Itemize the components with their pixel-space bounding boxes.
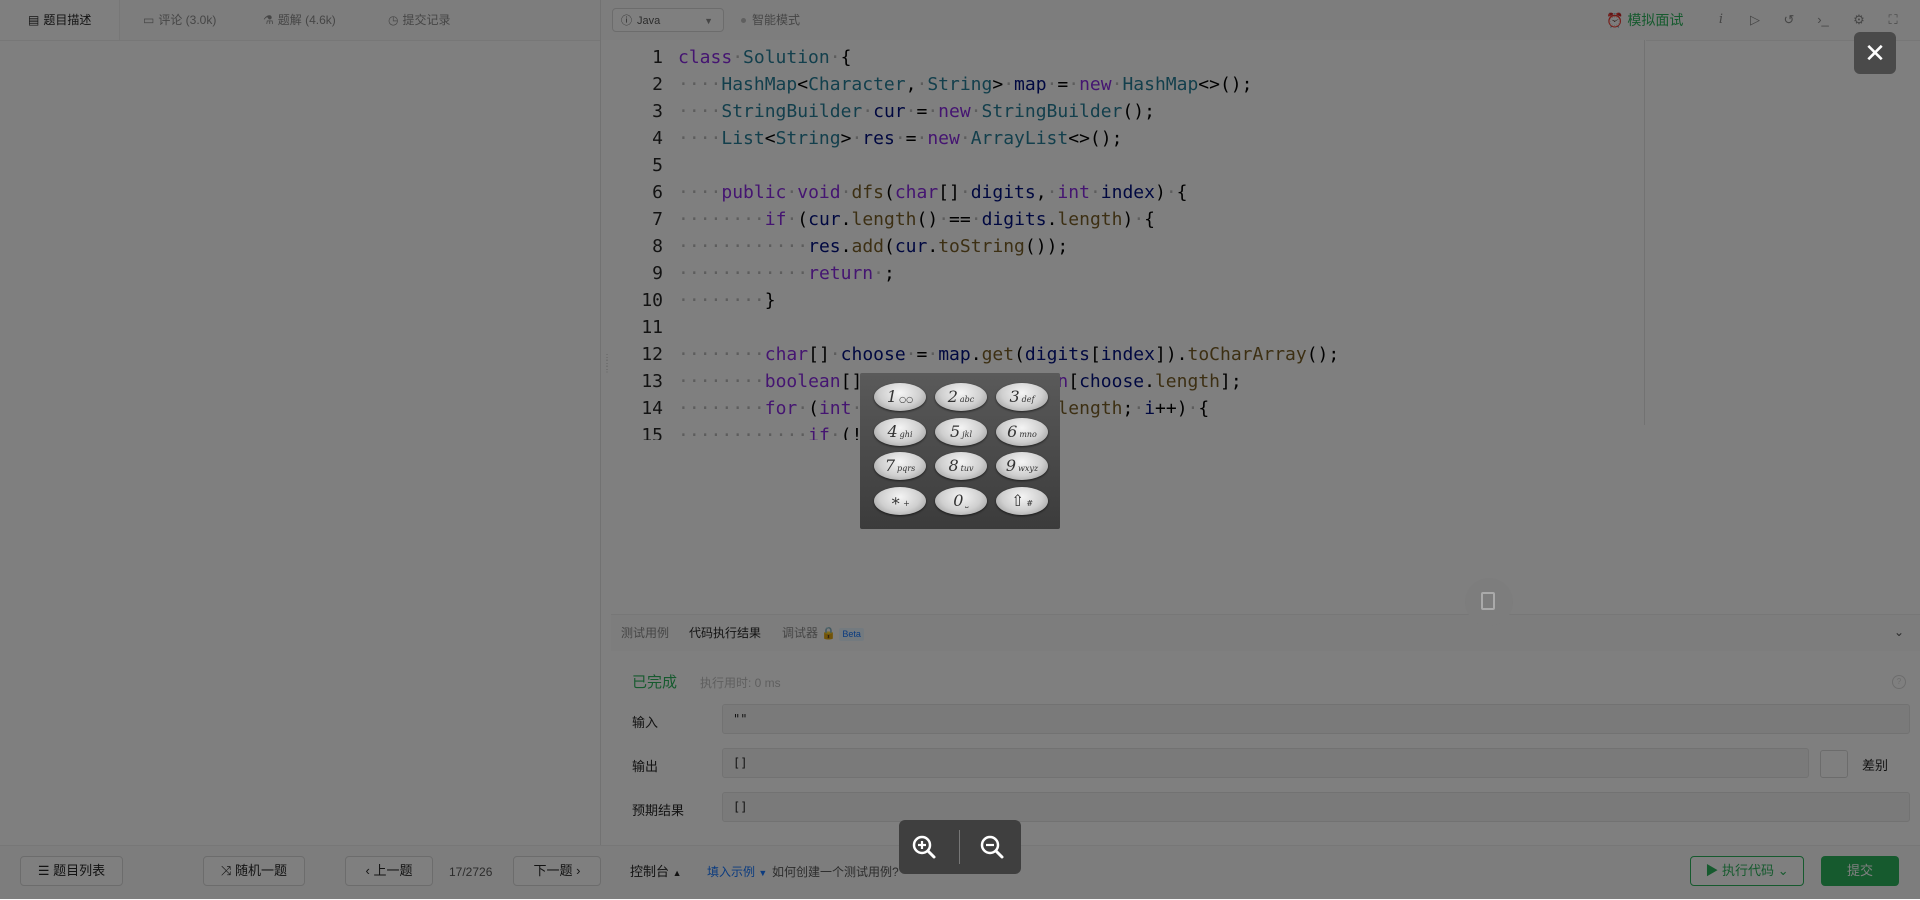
key-letters: #: [1026, 498, 1034, 508]
key-digit: 5: [949, 421, 961, 441]
key-letters: tuv: [960, 464, 974, 473]
zoom-out-button[interactable]: [977, 832, 1007, 862]
keypad-key: 9 wxyz: [996, 452, 1048, 480]
zoom-in-button[interactable]: [909, 832, 939, 862]
keypad-key: 5 jkl: [935, 417, 987, 446]
keypad-key: 1 ○○: [874, 383, 926, 411]
key-digit: 9: [1005, 456, 1017, 475]
keypad-key: 4 ghi: [874, 417, 926, 446]
key-letters: jkl: [962, 429, 973, 439]
zoom-divider: [959, 830, 960, 864]
keypad-key: 7 pqrs: [874, 452, 926, 480]
keypad-key: 6 mno: [996, 417, 1048, 446]
key-digit: 2: [947, 387, 958, 406]
key-digit: ∗: [890, 490, 902, 510]
keypad-key: ⇧ #: [996, 486, 1048, 515]
key-digit: 8: [948, 456, 959, 475]
key-letters: +: [903, 498, 910, 508]
floating-note-button[interactable]: [1465, 578, 1513, 626]
key-letters: abc: [959, 395, 975, 404]
key-digit: 0: [953, 490, 964, 510]
key-digit: 7: [884, 456, 895, 475]
keypad-key: ∗ +: [874, 486, 926, 515]
key-letters: ghi: [899, 429, 913, 439]
key-letters: wxyz: [1018, 464, 1039, 473]
keypad-key: 8 tuv: [935, 452, 987, 480]
key-letters: ⎵: [965, 498, 969, 508]
key-digit: 1: [886, 387, 898, 406]
key-digit: ⇧: [1010, 490, 1025, 510]
key-letters: mno: [1019, 429, 1037, 439]
leetcode-workspace: ▤ 题目描述 ▭ 评论 (3.0k) ⚗ 题解 (4.6k) ◷ 提交记录 ⓘ …: [0, 0, 1920, 900]
key-letters: def: [1021, 395, 1035, 404]
key-letters: pqrs: [897, 464, 916, 473]
key-digit: 6: [1007, 421, 1018, 441]
keypad-key: 0 ⎵: [935, 486, 987, 515]
zoom-out-icon: [980, 835, 1004, 859]
key-digit: 4: [887, 421, 898, 441]
key-letters: ○○: [899, 395, 914, 404]
zoom-controls: [899, 820, 1021, 874]
close-icon: ✕: [1864, 38, 1886, 68]
close-preview-button[interactable]: ✕: [1854, 32, 1896, 74]
key-digit: 3: [1009, 387, 1020, 406]
zoom-in-icon: [912, 835, 936, 859]
phone-keypad-image: 1 ○○ 2 abc 3 def 4 ghi 5 jkl 6 mno 7 pqrs 8 tuv 9 wxyz ∗ +0…: [860, 373, 1060, 529]
bookmark-icon: [1481, 592, 1495, 610]
keypad-key: 2 abc: [935, 383, 987, 411]
keypad-key: 3 def: [996, 383, 1048, 411]
